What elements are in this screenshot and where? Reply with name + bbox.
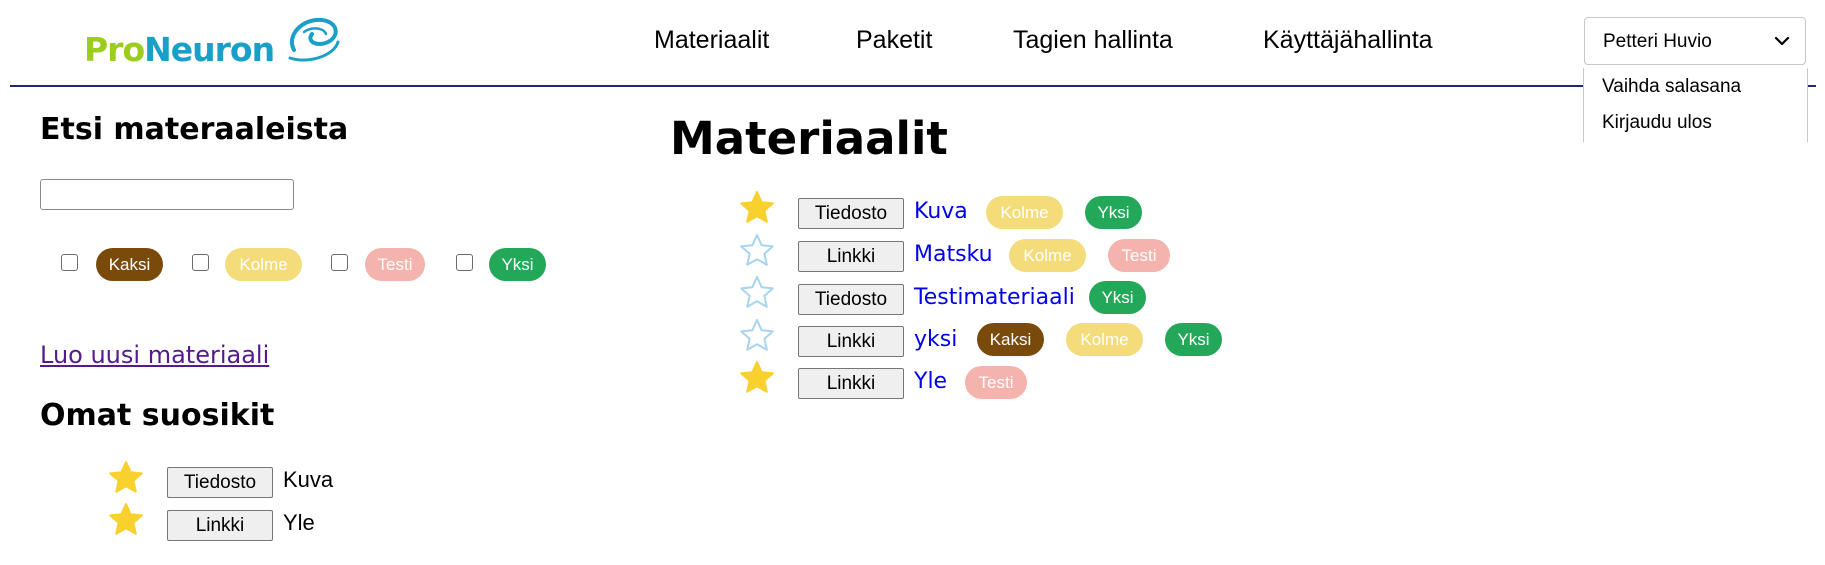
user-select[interactable]: Petteri Huvio bbox=[1584, 17, 1806, 65]
user-select-value: Petteri Huvio bbox=[1603, 31, 1712, 52]
nav-kayttajahallinta[interactable]: Käyttäjähallinta bbox=[1263, 26, 1433, 55]
nav-materiaalit[interactable]: Materiaalit bbox=[654, 26, 769, 55]
favorite-name: Yle bbox=[283, 510, 315, 535]
material-link[interactable]: Kuva bbox=[914, 199, 968, 224]
search-input[interactable] bbox=[40, 179, 294, 210]
star-outline-icon[interactable] bbox=[739, 275, 775, 311]
material-link[interactable]: Yle bbox=[914, 369, 947, 394]
logo-text-pro: Pro bbox=[84, 30, 145, 69]
material-link[interactable]: Matsku bbox=[914, 242, 993, 267]
material-tag: Testi bbox=[965, 366, 1027, 399]
material-type-button[interactable]: Linkki bbox=[798, 368, 904, 399]
material-tag: Kolme bbox=[1066, 323, 1143, 356]
material-type-button[interactable]: Linkki bbox=[798, 241, 904, 272]
material-tag: Yksi bbox=[1085, 196, 1142, 229]
header-divider bbox=[10, 85, 1815, 87]
material-tag: Kolme bbox=[986, 196, 1063, 229]
proneuron-logo[interactable]: ProNeuron bbox=[84, 12, 344, 74]
header-divider-tail bbox=[1810, 85, 1816, 87]
material-tag: Yksi bbox=[1165, 323, 1222, 356]
menu-item-vaihda-salasana[interactable]: Vaihda salasana bbox=[1602, 76, 1741, 98]
favorites-title: Omat suosikit bbox=[40, 398, 275, 433]
chevron-down-icon bbox=[1774, 36, 1790, 46]
filter-checkbox-kolme[interactable] bbox=[192, 254, 209, 271]
filter-tag-yksi: Yksi bbox=[489, 248, 546, 281]
favorite-type-button[interactable]: Tiedosto bbox=[167, 467, 273, 498]
nav-paketit[interactable]: Paketit bbox=[856, 26, 932, 55]
filter-tag-kolme: Kolme bbox=[225, 248, 302, 281]
swirl-logo-icon bbox=[288, 17, 340, 62]
star-filled-icon[interactable] bbox=[739, 190, 775, 226]
nav-tagien-hallinta[interactable]: Tagien hallinta bbox=[1013, 26, 1173, 55]
page-title: Materiaalit bbox=[670, 112, 948, 165]
material-type-button[interactable]: Linkki bbox=[798, 326, 904, 357]
user-dropdown-menu: Vaihda salasana Kirjaudu ulos bbox=[1583, 68, 1808, 142]
new-material-link[interactable]: Luo uusi materiaali bbox=[40, 341, 269, 369]
material-type-button[interactable]: Tiedosto bbox=[798, 198, 904, 229]
logo-text: ProNeuron bbox=[84, 30, 275, 69]
material-tag: Yksi bbox=[1089, 281, 1146, 314]
search-title: Etsi materaaleista bbox=[40, 112, 349, 147]
filter-tag-kaksi: Kaksi bbox=[96, 248, 163, 281]
header: ProNeuron Materiaalit Paketit Tagien hal… bbox=[0, 0, 1825, 88]
favorite-type-button[interactable]: Linkki bbox=[167, 510, 273, 541]
logo-text-neuron: Neuron bbox=[144, 30, 275, 69]
material-link[interactable]: yksi bbox=[914, 327, 957, 352]
star-filled-icon[interactable] bbox=[108, 460, 144, 496]
filter-checkbox-testi[interactable] bbox=[331, 254, 348, 271]
filter-checkbox-kaksi[interactable] bbox=[61, 254, 78, 271]
material-type-button[interactable]: Tiedosto bbox=[798, 284, 904, 315]
star-filled-icon[interactable] bbox=[739, 360, 775, 396]
material-link[interactable]: Testimateriaali bbox=[914, 285, 1075, 310]
material-tag: Kolme bbox=[1009, 239, 1086, 272]
filter-tag-testi: Testi bbox=[365, 248, 425, 281]
star-outline-icon[interactable] bbox=[739, 233, 775, 269]
favorite-name: Kuva bbox=[283, 467, 334, 492]
star-outline-icon[interactable] bbox=[739, 318, 775, 354]
material-tag: Kaksi bbox=[977, 323, 1044, 356]
filter-checkbox-yksi[interactable] bbox=[456, 254, 473, 271]
menu-item-kirjaudu-ulos[interactable]: Kirjaudu ulos bbox=[1602, 112, 1712, 134]
material-tag: Testi bbox=[1108, 239, 1170, 272]
star-filled-icon[interactable] bbox=[108, 502, 144, 538]
